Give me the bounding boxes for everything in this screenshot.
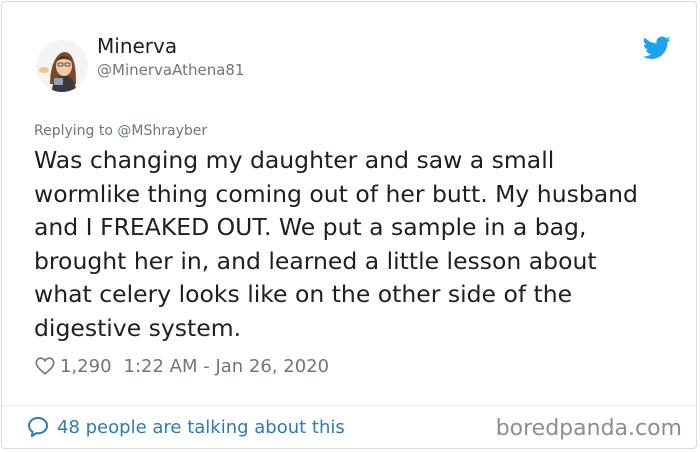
watermark: boredpanda.com <box>495 416 682 441</box>
conversation-link-label[interactable]: 48 people are talking about this <box>57 417 345 438</box>
tweet-meta: 1,290 1:22 AM - Jan 26, 2020 <box>34 353 329 379</box>
tweet-card: Minerva @MinervaAthena81 Replying to @MS… <box>1 1 697 449</box>
like-count[interactable]: 1,290 <box>60 356 112 377</box>
display-name[interactable]: Minerva <box>97 34 177 58</box>
twitter-bird-icon[interactable] <box>643 36 671 60</box>
user-handle[interactable]: @MinervaAthena81 <box>97 61 244 79</box>
conversation-link[interactable]: 48 people are talking about this <box>26 415 345 439</box>
avatar[interactable] <box>36 40 88 92</box>
replying-to-label: Replying to <box>34 123 118 139</box>
avatar-illustration <box>36 40 88 92</box>
replying-to-mention[interactable]: @MShrayber <box>117 123 207 139</box>
replying-to: Replying to @MShrayber <box>34 123 207 139</box>
tweet-text: Was changing my daughter and saw a small… <box>34 146 638 342</box>
heart-outline-icon[interactable] <box>34 355 56 377</box>
speech-bubble-icon <box>28 417 48 437</box>
timestamp[interactable]: 1:22 AM - Jan 26, 2020 <box>124 356 330 377</box>
divider <box>2 405 696 406</box>
